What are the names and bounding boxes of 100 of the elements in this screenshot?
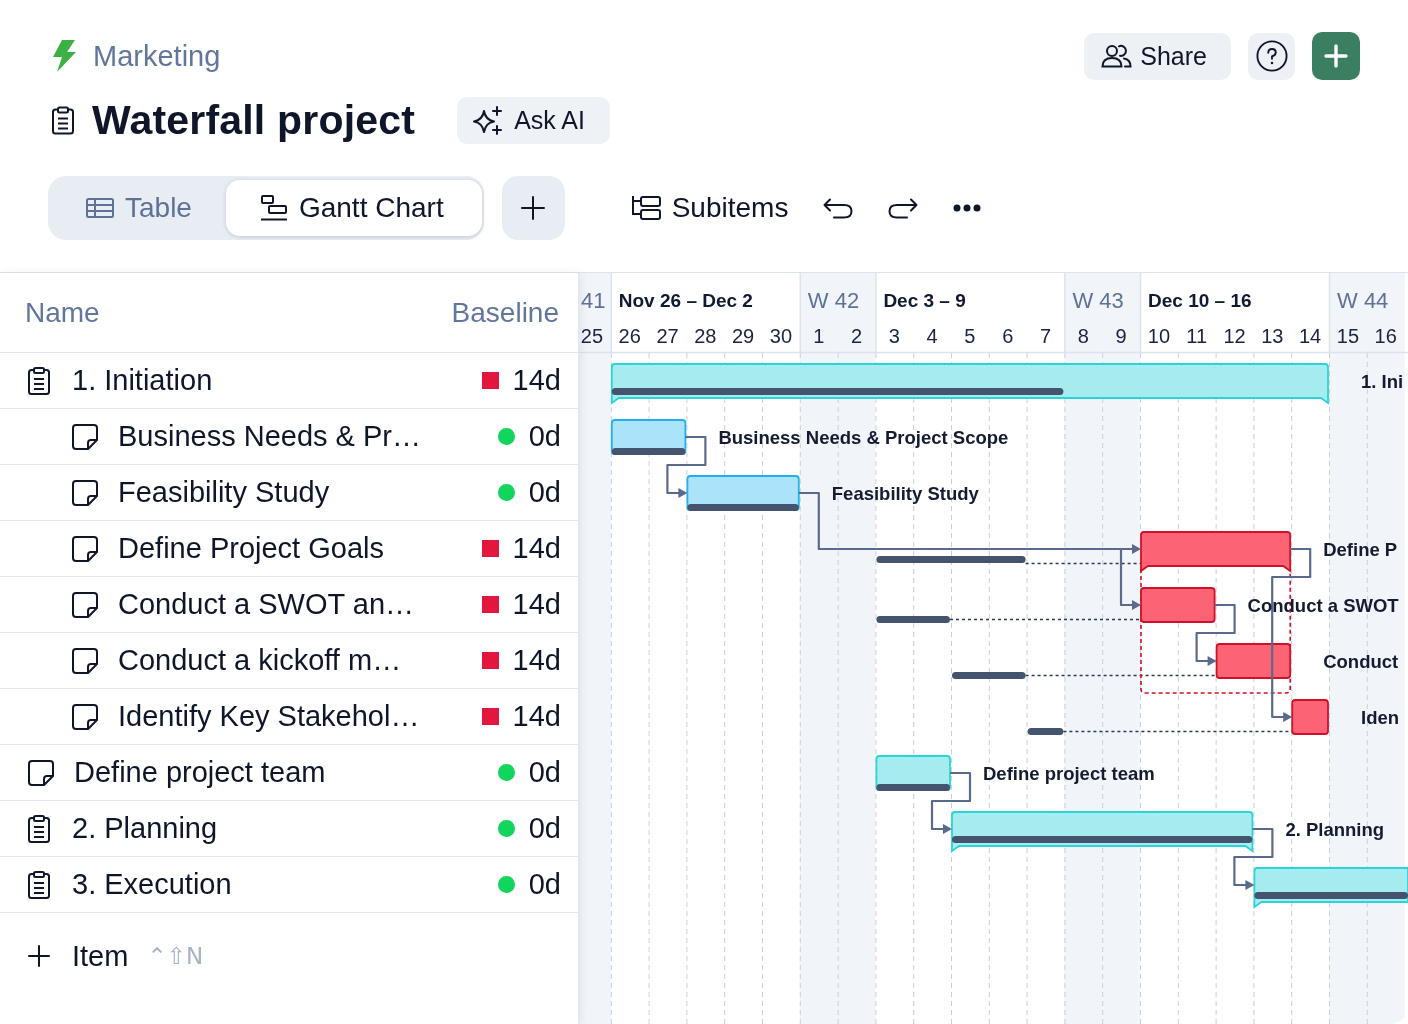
baseline-value: 14d (512, 364, 561, 397)
baseline-value: 0d (528, 476, 561, 509)
day-label: 2 (850, 325, 863, 347)
note-icon (72, 591, 98, 618)
dependency-arrow (1195, 603, 1236, 666)
day-label: 7 (1039, 325, 1052, 347)
day-label: 5 (964, 325, 976, 347)
table-icon (86, 198, 114, 218)
view-tab[interactable]: Gantt Chart (225, 180, 482, 236)
day-label: 26 (618, 325, 641, 347)
baseline-value: 0d (528, 420, 561, 453)
day-label: 25 (580, 325, 604, 347)
add-button[interactable] (1312, 32, 1360, 80)
clipboard-icon (52, 105, 74, 135)
workspace-name[interactable]: Marketing (93, 39, 221, 73)
baseline-value: 0d (528, 756, 561, 789)
note-icon (28, 759, 54, 786)
day-label: 30 (769, 325, 793, 347)
note-icon (72, 647, 98, 674)
baseline-value: 0d (528, 812, 561, 845)
baseline-value: 14d (512, 532, 561, 565)
bar-label: Define P (1323, 538, 1398, 560)
day-label: 6 (1002, 325, 1014, 347)
people-icon (1101, 44, 1133, 68)
baseline-value: 14d (512, 700, 561, 733)
undo-icon (823, 197, 854, 219)
bar-label: Feasibility Study (831, 482, 979, 504)
ask-ai-button[interactable]: Ask AI (457, 96, 610, 144)
clipboard-icon (28, 366, 50, 395)
item-name[interactable]: Define project team (74, 756, 326, 789)
bar-label: 1. Ini (1361, 370, 1404, 392)
item-name[interactable]: Conduct a kickoff m… (118, 644, 402, 677)
week-number: W 44 (1337, 287, 1389, 313)
board-title: Waterfall project (92, 96, 416, 144)
day-label: 15 (1336, 325, 1360, 347)
plus-icon (28, 945, 50, 967)
column-header[interactable]: Name (25, 296, 100, 329)
help-button[interactable] (1248, 32, 1295, 80)
bar-label: Business Needs & Project Scope (718, 426, 1009, 448)
add-view-button[interactable] (501, 176, 565, 240)
baseline-value: 14d (512, 644, 561, 677)
week-number: W 43 (1072, 287, 1124, 313)
item-name[interactable]: Define Project Goals (118, 532, 384, 565)
day-label: 10 (1147, 325, 1171, 347)
day-label: 14 (1298, 325, 1322, 347)
day-label: 11 (1186, 325, 1208, 347)
note-icon (72, 423, 98, 450)
lightning-bolt-icon (52, 40, 76, 72)
item-name[interactable]: Identify Key Stakehol… (118, 700, 420, 733)
plus-icon (1324, 44, 1348, 68)
week-range: Dec 3 – 9 (883, 289, 966, 311)
sparkle-icon (473, 105, 504, 135)
week-number: W 42 (807, 287, 860, 313)
view-tab[interactable]: Table (52, 180, 226, 236)
gantt-bar[interactable] (1215, 643, 1292, 679)
gantt-icon (259, 195, 288, 221)
day-label: 8 (1077, 325, 1089, 347)
item-name[interactable]: Feasibility Study (118, 476, 330, 509)
day-label: 4 (926, 325, 938, 347)
day-label: 28 (694, 325, 717, 347)
bar-label: Conduct (1323, 650, 1399, 672)
day-label: 29 (731, 325, 755, 347)
day-label: 3 (888, 325, 900, 347)
subitems-icon (630, 195, 661, 221)
bar-label: Iden (1361, 706, 1400, 728)
column-header[interactable]: Baseline (451, 296, 559, 329)
week-range: Nov 26 – Dec 2 (618, 289, 753, 311)
item-name[interactable]: 3. Execution (72, 868, 232, 901)
baseline-value: 14d (512, 588, 561, 621)
plus-icon (521, 196, 546, 220)
dependency-arrow (1233, 827, 1274, 890)
add-item-button[interactable]: Item (28, 939, 129, 973)
baseline-bar (1027, 728, 1064, 735)
more-icon (953, 204, 982, 212)
note-icon (72, 479, 98, 506)
dependency-arrow (666, 435, 707, 498)
week-number: 41 (581, 287, 606, 313)
item-name[interactable]: 2. Planning (72, 812, 218, 845)
keyboard-shortcut: ⌃⇧N (147, 943, 204, 969)
day-label: 1 (813, 325, 825, 347)
item-name[interactable]: 1. Initiation (72, 364, 213, 397)
note-icon (72, 535, 98, 562)
clipboard-icon (28, 870, 50, 899)
item-name[interactable]: Business Needs & Pr… (118, 420, 421, 453)
item-name[interactable]: Conduct a SWOT an… (118, 588, 415, 621)
note-icon (72, 703, 98, 730)
redo-icon (888, 197, 919, 219)
share-button[interactable]: Share (1084, 32, 1231, 80)
day-label: 27 (656, 325, 679, 347)
baseline-value: 0d (528, 868, 561, 901)
bar-label: 2. Planning (1285, 818, 1385, 840)
day-label: 13 (1261, 325, 1284, 347)
gantt-bar[interactable] (1140, 531, 1292, 572)
help-icon (1255, 40, 1288, 72)
day-label: 12 (1223, 325, 1246, 347)
subitems-button[interactable]: Subitems (630, 188, 789, 228)
week-range: Dec 10 – 16 (1148, 289, 1252, 311)
day-label: 9 (1115, 325, 1127, 347)
clipboard-icon (28, 814, 50, 843)
day-label: 16 (1374, 325, 1397, 347)
